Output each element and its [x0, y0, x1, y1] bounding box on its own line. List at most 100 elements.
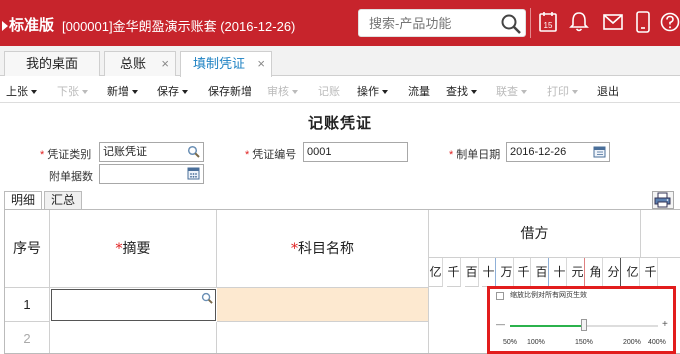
- zoom-all-pages-label: 缩放比例对所有网页生效: [510, 292, 587, 299]
- next-voucher-label: 下张: [57, 86, 79, 98]
- exit-button[interactable]: 退出: [597, 83, 619, 99]
- tab-general-ledger[interactable]: 总账 ×: [104, 51, 176, 76]
- find-label: 查找: [446, 86, 468, 98]
- search-box[interactable]: [358, 9, 526, 37]
- digit-header: 千: [447, 258, 461, 287]
- digit-header: 十: [482, 258, 496, 287]
- zoom-slider-fill: [510, 325, 584, 327]
- zoom-popup: 缩放比例对所有网页生效 — + 50% 100% 150% 200% 400%: [487, 286, 676, 354]
- post-button[interactable]: 记账: [318, 83, 340, 99]
- tab-fill-voucher[interactable]: 填制凭证 ×: [180, 51, 272, 77]
- chevron-down-icon: [292, 90, 298, 95]
- digit-header: 十: [553, 258, 567, 287]
- voucher-date-value: 2016-12-26: [510, 146, 567, 158]
- voucher-type-label: * 凭证类别: [40, 146, 91, 162]
- voucher-type-field[interactable]: 记账凭证: [99, 142, 204, 162]
- print-label: 打印: [547, 86, 569, 98]
- required-marker: *: [245, 149, 250, 161]
- digit-header: 百: [535, 258, 549, 287]
- phone-icon[interactable]: [635, 11, 651, 33]
- calendar-icon[interactable]: 15: [538, 11, 558, 33]
- top-header: 标准版 [000001]金华朗盈演示账套 (2016-12-26) 15: [0, 0, 680, 46]
- account-set-info: [000001]金华朗盈演示账套 (2016-12-26): [62, 19, 296, 34]
- help-icon[interactable]: [660, 11, 680, 33]
- search-icon[interactable]: [187, 145, 200, 158]
- zoom-in-button[interactable]: +: [662, 319, 668, 330]
- find-button[interactable]: 查找: [446, 83, 477, 99]
- zoom-slider-thumb[interactable]: [581, 319, 587, 331]
- save-and-new-button[interactable]: 保存新增: [208, 83, 252, 99]
- digit-header: 万: [500, 258, 514, 287]
- required-marker: *: [40, 149, 45, 161]
- chevron-down-icon: [132, 90, 138, 95]
- mail-icon[interactable]: [602, 11, 624, 33]
- add-label: 新增: [107, 86, 129, 98]
- digit-header: 千: [517, 258, 531, 287]
- print-button[interactable]: 打印: [547, 83, 578, 99]
- attachment-count-field[interactable]: [99, 164, 204, 184]
- column-header-summary: *摘要: [50, 210, 217, 288]
- product-logo: 标准版: [2, 14, 54, 35]
- chevron-down-icon: [82, 90, 88, 95]
- attachment-count-label: 附单据数: [49, 171, 93, 183]
- tab-label: 填制凭证: [192, 56, 245, 71]
- chevron-down-icon: [572, 90, 578, 95]
- zoom-tick-label: 400%: [648, 339, 666, 346]
- operations-button[interactable]: 操作: [357, 83, 388, 99]
- account-cell[interactable]: [217, 322, 429, 353]
- column-header-credit: [641, 210, 680, 258]
- print-settings-button[interactable]: [652, 191, 674, 209]
- digit-header: 百: [465, 258, 479, 287]
- cash-flow-button[interactable]: 流量: [408, 83, 430, 99]
- zoom-all-pages-checkbox[interactable]: [496, 292, 504, 300]
- zoom-out-button[interactable]: —: [496, 319, 505, 329]
- search-icon[interactable]: [201, 292, 213, 304]
- voucher-date-label-text: 制单日期: [456, 149, 501, 161]
- chevron-down-icon: [182, 90, 188, 95]
- voucher-number-value: 0001: [307, 146, 332, 158]
- account-cell[interactable]: [217, 288, 429, 322]
- prev-voucher-label: 上张: [6, 86, 28, 98]
- summary-header-text: 摘要: [122, 241, 151, 257]
- drill-down-button[interactable]: 联查: [496, 83, 527, 99]
- voucher-number-field[interactable]: 0001: [303, 142, 408, 162]
- save-label: 保存: [157, 86, 179, 98]
- add-button[interactable]: 新增: [107, 83, 138, 99]
- tab-my-desktop[interactable]: 我的桌面: [4, 51, 100, 76]
- tab-detail[interactable]: 明细: [4, 191, 42, 210]
- search-input[interactable]: [359, 10, 499, 36]
- audit-button[interactable]: 审核: [267, 83, 298, 99]
- summary-cell[interactable]: [50, 322, 217, 353]
- save-button[interactable]: 保存: [157, 83, 188, 99]
- voucher-date-field[interactable]: 2016-12-26: [506, 142, 610, 162]
- digit-header: 千: [644, 258, 658, 287]
- required-marker: *: [291, 241, 298, 257]
- required-marker: *: [449, 149, 454, 161]
- account-header-text: 科目名称: [298, 241, 354, 257]
- close-icon[interactable]: ×: [161, 52, 169, 76]
- voucher-title: 记账凭证: [307, 114, 372, 132]
- calculator-icon[interactable]: [187, 167, 200, 180]
- prev-voucher-button[interactable]: 上张: [6, 83, 37, 99]
- bell-icon[interactable]: [569, 11, 589, 33]
- chevron-down-icon: [31, 90, 37, 95]
- tab-label: 我的桌面: [25, 56, 78, 71]
- workspace-tabs: 我的桌面 总账 × 填制凭证 ×: [0, 46, 680, 77]
- operations-label: 操作: [357, 86, 379, 98]
- next-voucher-button[interactable]: 下张: [57, 83, 88, 99]
- tab-label: 总账: [119, 56, 146, 71]
- digit-header: 角: [589, 258, 603, 287]
- zoom-tick-label: 100%: [527, 339, 545, 346]
- header-divider: [530, 8, 531, 38]
- calendar-icon[interactable]: [593, 145, 606, 158]
- chevron-down-icon: [521, 90, 527, 95]
- chevron-down-icon: [471, 90, 477, 95]
- calendar-day: 15: [544, 21, 553, 30]
- voucher-number-label-text: 凭证编号: [252, 149, 297, 161]
- summary-cell-input[interactable]: [51, 289, 216, 321]
- close-icon[interactable]: ×: [257, 52, 265, 76]
- voucher-type-label-text: 凭证类别: [47, 149, 92, 161]
- search-icon[interactable]: [500, 13, 522, 35]
- chevron-down-icon: [382, 90, 388, 95]
- tab-summary[interactable]: 汇总: [44, 191, 82, 210]
